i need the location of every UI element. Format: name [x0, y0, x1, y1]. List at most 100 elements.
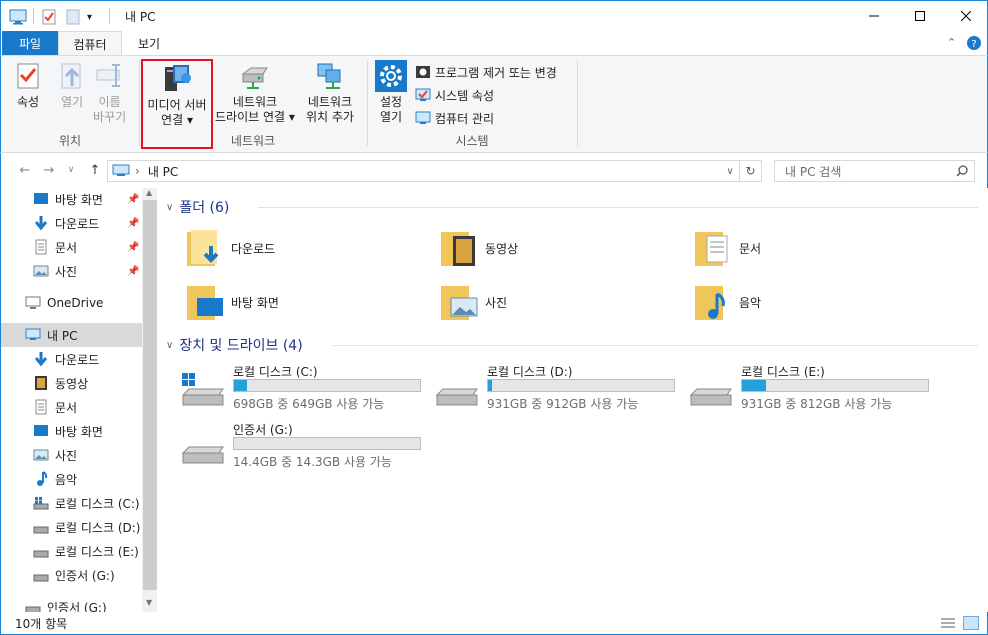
- open-button[interactable]: 열기: [56, 60, 88, 110]
- folder-label: 문서: [739, 241, 762, 256]
- maximize-button[interactable]: [897, 1, 943, 31]
- drive-c[interactable]: 로컬 디스크 (C:) 698GB 중 649GB 사용 가능: [181, 363, 431, 415]
- sidebar-item-downloads[interactable]: 다운로드 📌: [1, 211, 142, 235]
- properties-quick-icon[interactable]: [41, 7, 57, 27]
- collapse-chevron-icon[interactable]: ∨: [166, 340, 173, 351]
- add-network-location-button[interactable]: 네트워크 위치 추가: [306, 60, 354, 125]
- drive-icon: [33, 550, 49, 558]
- drive-icon: [181, 446, 224, 464]
- drive-usage-bar: [487, 379, 675, 392]
- large-icons-view-icon[interactable]: [963, 616, 979, 630]
- customize-quick-access-icon[interactable]: ▾: [87, 7, 92, 27]
- computer-management-button[interactable]: 컴퓨터 관리: [415, 108, 494, 128]
- sidebar-item-drive-e[interactable]: 로컬 디스크 (E:): [1, 539, 142, 563]
- uninstall-program-button[interactable]: 프로그램 제거 또는 변경: [415, 62, 557, 82]
- close-button[interactable]: [943, 1, 988, 31]
- sidebar-item-label: 로컬 디스크 (D:): [55, 520, 141, 535]
- drive-d[interactable]: 로컬 디스크 (D:) 931GB 중 912GB 사용 가능: [435, 363, 685, 415]
- ribbon: 속성 열기 이름 바꾸기 위치 미디어 서버 연결 ▾ 네트워크 드라이브 연결…: [0, 55, 988, 153]
- sidebar-item-videos[interactable]: 동영상: [1, 371, 142, 395]
- pin-icon[interactable]: 📌: [127, 266, 139, 277]
- forward-arrow-icon[interactable]: →: [41, 162, 57, 178]
- rename-button[interactable]: 이름 바꾸기: [93, 60, 126, 125]
- sidebar-item-label: 내 PC: [47, 328, 78, 343]
- address-dropdown-icon[interactable]: ∨: [721, 166, 739, 177]
- folder-downloads[interactable]: 다운로드: [185, 224, 415, 272]
- divider: [332, 345, 978, 346]
- sidebar-item-removable-g[interactable]: 인증서 (G:): [1, 595, 142, 612]
- recent-locations-icon[interactable]: ∨: [63, 162, 79, 178]
- sidebar-item-onedrive[interactable]: OneDrive: [1, 291, 142, 315]
- sidebar-item-pictures[interactable]: 사진 📌: [1, 259, 142, 283]
- window-title: 내 PC: [125, 10, 156, 24]
- tab-file[interactable]: 파일: [2, 31, 58, 56]
- tab-computer[interactable]: 컴퓨터: [58, 31, 122, 56]
- address-bar[interactable]: › 내 PC ∨ ↻: [107, 160, 762, 182]
- pin-icon[interactable]: 📌: [127, 242, 139, 253]
- sidebar-item-drive-g[interactable]: 인증서 (G:): [1, 563, 142, 587]
- computer-management-label: 컴퓨터 관리: [435, 111, 495, 126]
- back-arrow-icon[interactable]: ←: [17, 162, 33, 178]
- sidebar-item-music[interactable]: 음악: [1, 467, 142, 491]
- scroll-up-icon[interactable]: ▲: [146, 188, 152, 197]
- sidebar-item-drive-c[interactable]: 로컬 디스크 (C:): [1, 491, 142, 515]
- folder-music[interactable]: 음악: [693, 278, 923, 326]
- sidebar-item-pc-desktop[interactable]: 바탕 화면: [1, 419, 142, 443]
- sidebar-item-this-pc[interactable]: 내 PC: [1, 323, 142, 347]
- scroll-thumb[interactable]: [143, 200, 157, 590]
- sidebar-item-documents[interactable]: 문서 📌: [1, 235, 142, 259]
- folder-documents[interactable]: 문서: [693, 224, 923, 272]
- pictures-folder-icon: [441, 286, 478, 320]
- minimize-ribbon-icon[interactable]: ⌃: [947, 36, 956, 49]
- open-settings-button[interactable]: 설정 열기: [375, 60, 407, 125]
- group-label-location: 위치: [58, 134, 82, 148]
- drive-free-space: 931GB 중 912GB 사용 가능: [487, 397, 639, 411]
- sidebar-item-label: 로컬 디스크 (E:): [55, 544, 139, 559]
- breadcrumb-chevron-icon[interactable]: ›: [135, 164, 140, 178]
- sidebar-item-label: 다운로드: [55, 216, 100, 231]
- scroll-down-icon[interactable]: ▼: [146, 598, 152, 607]
- sidebar-item-pc-downloads[interactable]: 다운로드: [1, 347, 142, 371]
- drive-g[interactable]: 인증서 (G:) 14.4GB 중 14.3GB 사용 가능: [181, 421, 431, 473]
- tab-view[interactable]: 보기: [122, 31, 176, 56]
- pin-icon[interactable]: 📌: [127, 218, 139, 229]
- folders-section-header[interactable]: ∨ 폴더 (6): [166, 196, 978, 218]
- refresh-icon[interactable]: ↻: [739, 161, 761, 181]
- computer-icon: [9, 7, 27, 27]
- folder-pictures[interactable]: 사진: [439, 278, 669, 326]
- collapse-chevron-icon[interactable]: ∨: [166, 202, 173, 213]
- sidebar-item-pc-pictures[interactable]: 사진: [1, 443, 142, 467]
- sidebar-scrollbar[interactable]: ▲ ▼: [142, 188, 157, 612]
- breadcrumb[interactable]: 내 PC: [148, 163, 178, 180]
- map-network-drive-button[interactable]: 네트워크 드라이브 연결 ▾: [215, 60, 295, 125]
- sidebar-item-desktop[interactable]: 바탕 화면 📌: [1, 188, 142, 211]
- open-icon: [61, 63, 81, 89]
- new-folder-quick-icon[interactable]: [65, 7, 81, 27]
- section-title: 폴더 (6): [179, 200, 230, 216]
- drives-section-header[interactable]: ∨ 장치 및 드라이브 (4): [166, 334, 978, 356]
- sidebar-item-pc-documents[interactable]: 문서: [1, 395, 142, 419]
- drive-usage-bar: [233, 437, 421, 450]
- up-arrow-icon[interactable]: ↑: [87, 162, 103, 178]
- onedrive-icon: [25, 296, 41, 309]
- details-view-icon[interactable]: [941, 617, 955, 632]
- minimize-button[interactable]: [851, 1, 897, 31]
- folder-label: 음악: [739, 295, 762, 310]
- media-server-icon: [165, 65, 191, 91]
- help-icon[interactable]: ?: [967, 36, 981, 53]
- documents-folder-icon: [695, 232, 728, 266]
- sidebar-item-label: 동영상: [55, 376, 89, 391]
- properties-icon: [17, 63, 39, 89]
- title-bar: ▾ 내 PC: [0, 0, 988, 31]
- folder-desktop[interactable]: 바탕 화면: [185, 278, 415, 326]
- drive-label: 로컬 디스크 (D:): [487, 365, 573, 379]
- folder-videos[interactable]: 동영상: [439, 224, 669, 272]
- download-icon: [34, 352, 48, 367]
- search-input[interactable]: 내 PC 검색: [774, 160, 975, 182]
- sidebar-item-drive-d[interactable]: 로컬 디스크 (D:): [1, 515, 142, 539]
- properties-button[interactable]: 속성: [12, 60, 44, 110]
- pin-icon[interactable]: 📌: [127, 194, 139, 205]
- sidebar-item-label: 다운로드: [55, 352, 100, 367]
- system-properties-button[interactable]: 시스템 속성: [415, 85, 494, 105]
- drive-e[interactable]: 로컬 디스크 (E:) 931GB 중 812GB 사용 가능: [689, 363, 939, 415]
